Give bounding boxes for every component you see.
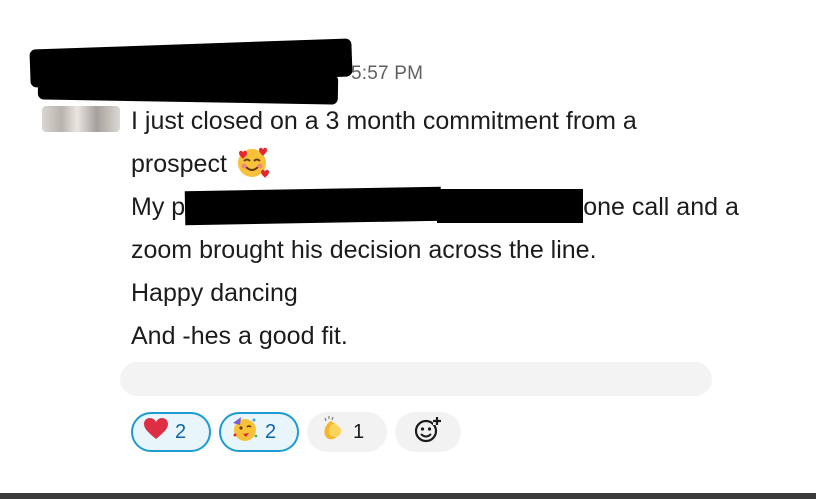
bottom-divider [0, 493, 816, 499]
clapping-hands-icon [319, 415, 347, 449]
blurred-area [120, 362, 712, 396]
message-line: And -hes a good fit. [131, 322, 348, 350]
reaction-count: 1 [353, 420, 365, 443]
message-text: one call and a [583, 193, 739, 221]
partying-face-icon [231, 415, 259, 449]
message-body: I just closed on a 3 month commitment fr… [131, 100, 771, 358]
reactions-bar: 2 2 1 [131, 412, 461, 452]
red-heart-icon [143, 417, 169, 447]
redacted-text-2 [437, 189, 584, 223]
message-line: prospect [131, 143, 771, 186]
reaction-red-heart[interactable]: 2 [131, 412, 211, 452]
message-line: zoom brought his decision across the lin… [131, 236, 597, 264]
message-line: I just closed on a 3 month commitment fr… [131, 107, 637, 135]
reaction-count: 2 [175, 420, 187, 443]
message-screenshot: 5:57 PM I just closed on a 3 month commi… [0, 0, 816, 499]
reaction-count: 2 [265, 420, 277, 443]
message-text: prospect [131, 150, 227, 178]
message-text: My p [131, 193, 186, 221]
add-emoji-icon [413, 415, 443, 450]
smiling-face-with-hearts-icon [235, 145, 269, 179]
message-line: My p one call and a [131, 186, 771, 229]
message-timestamp[interactable]: 5:57 PM [351, 63, 423, 85]
add-reaction-button[interactable] [395, 412, 461, 452]
reaction-clapping-hands[interactable]: 1 [307, 412, 387, 452]
reaction-partying-face[interactable]: 2 [219, 412, 299, 452]
redacted-text [184, 186, 442, 226]
message-line: Happy dancing [131, 279, 298, 307]
avatar[interactable] [42, 106, 120, 132]
